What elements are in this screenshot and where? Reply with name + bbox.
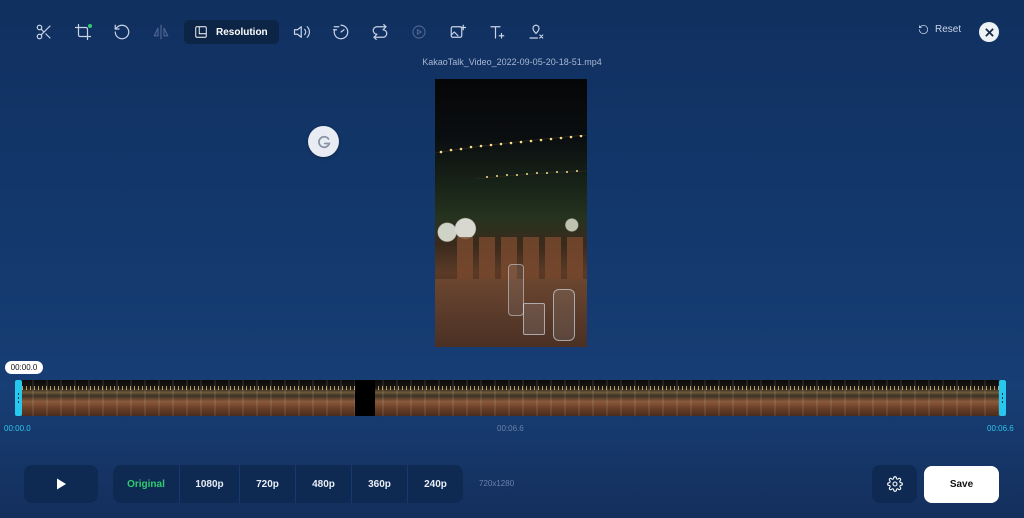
video-filename: KakaoTalk_Video_2022-09-05-20-18-51.mp4 (422, 57, 602, 67)
resolution-options: Original 1080p 720p 480p 360p 240p (113, 465, 463, 503)
current-time-bubble: 00:00.0 (5, 361, 43, 374)
save-button[interactable]: Save (924, 466, 999, 503)
remove-watermark-icon[interactable] (517, 18, 556, 46)
add-image-icon[interactable] (439, 18, 478, 46)
settings-button[interactable] (872, 465, 917, 503)
resolution-720p-button[interactable]: 720p (240, 465, 296, 503)
gear-icon (886, 476, 903, 492)
reset-icon (919, 25, 928, 34)
play-icon (57, 478, 66, 490)
text-icon[interactable] (478, 18, 517, 46)
string-lights (435, 135, 587, 180)
reset-label: Reset (935, 24, 962, 35)
close-icon (984, 27, 994, 37)
reset-button[interactable]: Reset (918, 24, 961, 35)
trim-handle-end[interactable] (999, 380, 1006, 416)
video-preview (435, 79, 587, 347)
resolution-1080p-button[interactable]: 1080p (180, 465, 240, 503)
timeline-start-time: 00:00.0 (4, 424, 31, 433)
resolution-tool-button[interactable]: Resolution (184, 20, 279, 44)
speed-icon[interactable] (322, 18, 361, 46)
crop-modified-indicator (88, 24, 92, 28)
grammarly-icon[interactable] (308, 126, 339, 157)
resolution-tool-label: Resolution (216, 26, 268, 38)
reverse-icon[interactable] (400, 18, 439, 46)
glass-cup (523, 303, 545, 335)
output-dimensions: 720x1280 (479, 479, 515, 488)
volume-icon[interactable] (283, 18, 322, 46)
resolution-original-button[interactable]: Original (113, 465, 180, 503)
timeline-mid-time: 00:06.6 (497, 424, 524, 433)
crop-icon[interactable] (63, 18, 102, 46)
resolution-icon (195, 26, 207, 38)
glass-bottle (553, 289, 575, 341)
loop-icon[interactable] (361, 18, 400, 46)
editor-toolbar: Resolution (24, 18, 556, 46)
flip-icon[interactable] (141, 18, 180, 46)
rotate-icon[interactable] (102, 18, 141, 46)
resolution-360p-button[interactable]: 360p (352, 465, 408, 503)
trim-handle-start[interactable] (15, 380, 22, 416)
timeline-end-time: 00:06.6 (987, 424, 1014, 433)
play-button[interactable] (24, 465, 98, 503)
timeline-thumbnail-strip (18, 386, 1006, 390)
resolution-240p-button[interactable]: 240p (408, 465, 463, 503)
close-button[interactable] (979, 22, 999, 42)
timeline-black-frame (355, 380, 375, 416)
resolution-480p-button[interactable]: 480p (296, 465, 352, 503)
timeline-track[interactable] (18, 380, 1006, 416)
flower-vase (508, 264, 524, 316)
scissors-icon[interactable] (24, 18, 63, 46)
